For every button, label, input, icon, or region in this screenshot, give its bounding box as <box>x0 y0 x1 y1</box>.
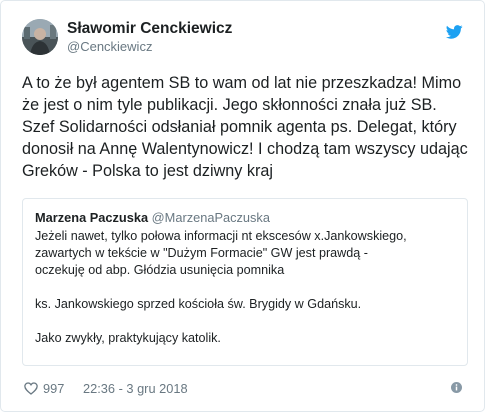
quoted-line: Jako zwykły, praktykujący katolik. <box>35 331 221 345</box>
quoted-tweet[interactable]: Marzena Paczuska @MarzenaPaczuska Jeżeli… <box>22 198 468 366</box>
author-name[interactable]: Sławomir Cenckiewicz <box>67 20 232 38</box>
tweet-line: Greków - Polska to jest dziwny kraj <box>22 162 273 180</box>
tweet-text: A to że był agentem SB to wam od lat nie… <box>22 72 472 182</box>
quoted-line: zawartych w tekście w "Dużym Formacie" G… <box>35 246 368 260</box>
tweet-line: A to że był agentem SB to wam od lat nie… <box>22 74 462 92</box>
quoted-author-handle: @MarzenaPaczuska <box>151 210 270 225</box>
avatar[interactable] <box>22 19 58 55</box>
twitter-bird-icon[interactable] <box>446 25 463 39</box>
quoted-tweet-header: Marzena Paczuska @MarzenaPaczuska <box>35 210 270 225</box>
quoted-blank-line <box>35 279 460 296</box>
info-icon[interactable] <box>451 382 462 393</box>
quoted-line: oczekuję od abp. Głódzia usunięcia pomni… <box>35 263 285 277</box>
tweet-line: Szef Solidarności odsłaniał pomnik agent… <box>22 118 457 136</box>
like-count[interactable]: 997 <box>43 381 64 396</box>
embedded-tweet-card: Sławomir Cenckiewicz @Cenckiewicz A to ż… <box>0 0 485 412</box>
quoted-tweet-text: Jeżeli nawet, tylko połowa informacji nt… <box>35 228 460 347</box>
tweet-line: donosił na Annę Walentynowicz! I chodzą … <box>22 140 468 158</box>
quoted-line: Jeżeli nawet, tylko połowa informacji nt… <box>35 229 407 243</box>
quoted-author-name: Marzena Paczuska <box>35 210 149 225</box>
quoted-blank-line <box>35 313 460 330</box>
timestamp[interactable]: 22:36 - 3 gru 2018 <box>83 381 188 396</box>
heart-icon[interactable] <box>24 382 38 395</box>
tweet-line: że jest o nim tyle publikacji. Jego skło… <box>22 96 437 114</box>
author-handle[interactable]: @Cenckiewicz <box>67 39 152 54</box>
quoted-line: ks. Jankowskiego sprzed kościoła św. Bry… <box>35 297 362 311</box>
